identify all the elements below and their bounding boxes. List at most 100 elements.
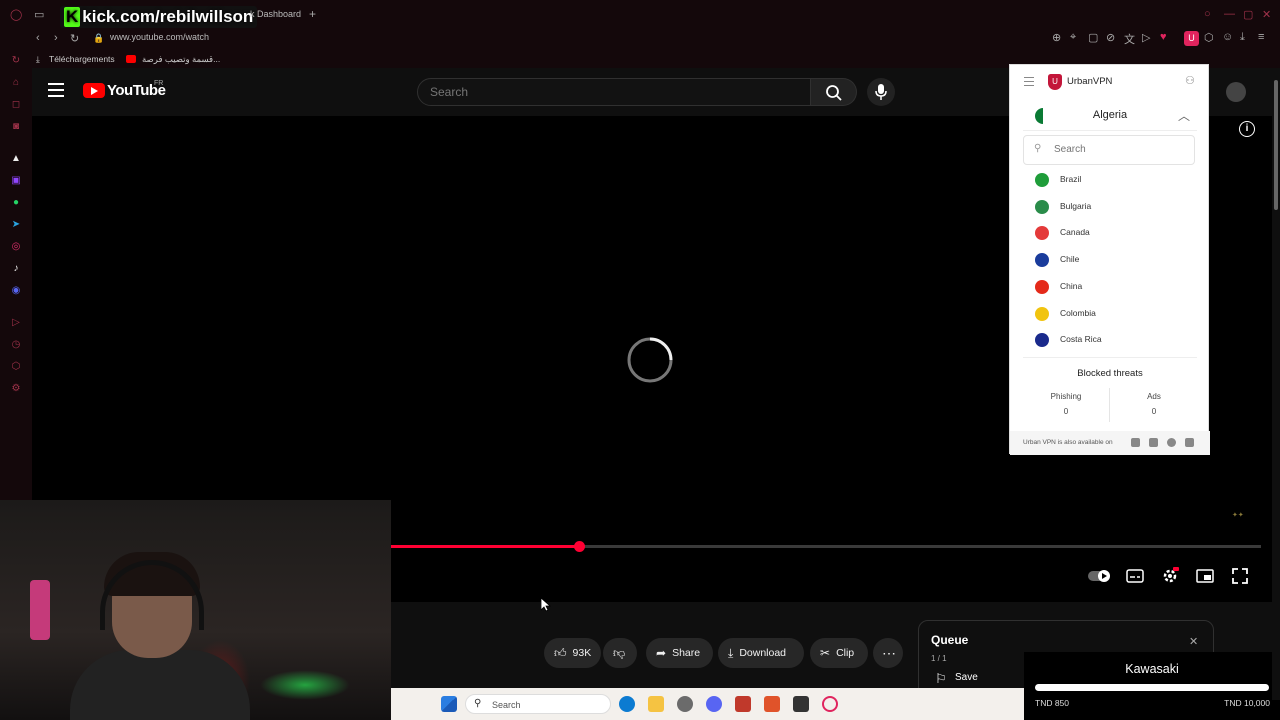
scrollbar-thumb[interactable] (1274, 80, 1278, 210)
sidebar-discord-icon[interactable]: ◉ (10, 285, 22, 297)
more-actions-button[interactable]: ⋯ (873, 638, 903, 668)
menu-icon[interactable]: ≡ (1258, 31, 1264, 43)
progress-fill (391, 545, 579, 548)
phishing-value: 0 (1063, 407, 1069, 416)
download-button[interactable]: ⤓ Download (718, 638, 804, 668)
progress-scrubber[interactable] (573, 541, 585, 552)
bookmark-icon[interactable]: ⚐ (935, 671, 947, 687)
vpn-country-name: Chile (1060, 254, 1080, 265)
file-explorer-icon[interactable] (648, 696, 664, 712)
app-icon-2[interactable] (735, 696, 751, 712)
vpn-country-item[interactable]: Costa Rica (1023, 327, 1195, 353)
queue-close-icon[interactable]: ✕ (1189, 635, 1198, 648)
sidebar-pinboard-icon[interactable]: ⬡ (10, 361, 22, 373)
minimize-icon[interactable]: — (1224, 8, 1235, 20)
zoom-icon[interactable]: ⊕ (1052, 31, 1061, 44)
vpn-search-input[interactable] (1054, 144, 1184, 155)
search-input[interactable] (430, 85, 790, 99)
edge-icon[interactable] (619, 696, 635, 712)
youtube-menu-icon[interactable] (48, 83, 64, 97)
new-tab-icon[interactable]: + (309, 7, 316, 21)
taskbar-search[interactable]: ⚲ Search (465, 694, 611, 714)
snapshot-icon[interactable]: ▢ (1088, 31, 1098, 44)
bookmark-downloads[interactable]: Téléchargements (49, 54, 115, 64)
autoplay-toggle-icon[interactable] (1087, 567, 1111, 585)
pin-icon[interactable]: ⌖ (1070, 31, 1076, 44)
tab-title[interactable]: k Dashboard (250, 9, 301, 19)
queue-save-button[interactable]: Save (955, 672, 978, 683)
extensions-icon[interactable]: ⬡ (1204, 31, 1214, 44)
vpn-country-item[interactable]: Bulgaria (1023, 194, 1195, 220)
tv-platform-icon[interactable] (1185, 438, 1194, 447)
sidebar-tiktok-icon[interactable]: ♪ (10, 263, 22, 275)
voice-search-button[interactable] (867, 78, 895, 106)
vpn-country-selector[interactable]: Algeria ︿ (1023, 101, 1197, 131)
profile-icon[interactable]: ☺ (1222, 31, 1233, 43)
info-icon[interactable]: i (1239, 121, 1255, 137)
bookmark-arabic[interactable]: قسمة وتصيب فرصة... (142, 54, 220, 65)
sidebar-instagram-icon[interactable]: ◎ (10, 241, 22, 253)
account-avatar[interactable] (1226, 82, 1246, 102)
subtitles-icon[interactable] (1126, 567, 1144, 585)
url-field[interactable]: www.youtube.com/watch (110, 32, 209, 42)
vpn-country-item[interactable]: Brazil (1023, 167, 1195, 193)
miniplayer-icon[interactable] (1196, 567, 1214, 585)
vpn-account-icon[interactable]: ⚇ (1185, 74, 1195, 87)
page-scrollbar[interactable] (1272, 68, 1280, 700)
back-icon[interactable]: ‹ (36, 32, 40, 44)
vpn-country-name: Costa Rica (1060, 334, 1102, 345)
vpn-country-item[interactable]: Colombia (1023, 301, 1195, 327)
share-button[interactable]: ➦ Share (646, 638, 713, 668)
sidebar-refresh-icon[interactable]: ↻ (10, 55, 22, 67)
vpn-menu-icon[interactable] (1024, 77, 1034, 89)
shield-icon[interactable]: ⊘ (1106, 31, 1115, 44)
player-icon[interactable]: ▷ (1142, 31, 1150, 44)
sidebar-chat-icon[interactable]: ◻ (10, 99, 22, 111)
close-icon[interactable]: ✕ (1262, 8, 1271, 21)
windows-start-icon[interactable] (441, 696, 457, 712)
opera-taskbar-icon[interactable] (822, 696, 838, 712)
like-button[interactable]: 👍︎ 93K (544, 638, 601, 668)
downloads-icon[interactable]: ⤓ (1240, 31, 1245, 44)
tab-menu-icon[interactable]: ▭ (34, 8, 44, 21)
apple-platform-icon[interactable] (1167, 438, 1176, 447)
sidebar-settings-icon[interactable]: ⚙ (10, 383, 22, 395)
chevron-up-icon[interactable]: ︿ (1178, 107, 1190, 124)
urban-vpn-extension-icon[interactable]: U (1184, 31, 1199, 46)
translate-icon[interactable]: 文 (1124, 31, 1135, 47)
windows-platform-icon[interactable] (1131, 438, 1140, 447)
vpn-country-item[interactable]: Canada (1023, 220, 1195, 246)
discord-taskbar-icon[interactable] (706, 696, 722, 712)
heart-icon[interactable]: ♥ (1160, 31, 1167, 43)
settings-gear-icon[interactable] (1161, 567, 1179, 585)
vpn-country-item[interactable]: China (1023, 274, 1195, 300)
dislike-button[interactable]: 👎︎ (603, 638, 637, 668)
vpn-country-item[interactable]: Chile (1023, 247, 1195, 273)
sidebar-twitch-icon[interactable]: ▣ (10, 175, 22, 187)
brave-icon[interactable] (764, 696, 780, 712)
opera-logo-icon[interactable]: ◯ (10, 8, 22, 21)
android-platform-icon[interactable] (1149, 438, 1158, 447)
clip-button[interactable]: ✂ Clip (810, 638, 868, 668)
channel-watermark: ✦✦ (1232, 512, 1244, 519)
search-tabs-icon[interactable]: ○ (1204, 8, 1211, 20)
search-button[interactable] (811, 78, 857, 106)
sidebar-player-icon[interactable]: ▷ (10, 317, 22, 329)
fullscreen-icon[interactable] (1231, 567, 1249, 585)
more-icon: ⋯ (882, 644, 896, 661)
sidebar-history-icon[interactable]: ◷ (10, 339, 22, 351)
youtube-play-icon (83, 83, 105, 98)
sidebar-messenger-icon[interactable]: ◙ (10, 121, 22, 133)
maximize-icon[interactable]: ▢ (1243, 8, 1253, 21)
app-icon-1[interactable] (677, 696, 693, 712)
download-folder-icon: ⤓ (36, 54, 40, 64)
sidebar-whatsapp-icon[interactable]: ● (10, 197, 22, 209)
browser-tab-bar: ◯ ▭ Kkick.com/rebilwillson k Dashboard +… (0, 0, 1280, 30)
reload-icon[interactable]: ↻ (70, 32, 79, 45)
sidebar-aria-icon[interactable]: ▲ (10, 153, 22, 165)
forward-icon[interactable]: › (54, 32, 58, 44)
search-icon (826, 85, 842, 101)
pc-app-icon[interactable] (793, 696, 809, 712)
sidebar-telegram-icon[interactable]: ➤ (10, 219, 22, 231)
sidebar-bag-icon[interactable]: ⌂ (10, 77, 22, 89)
